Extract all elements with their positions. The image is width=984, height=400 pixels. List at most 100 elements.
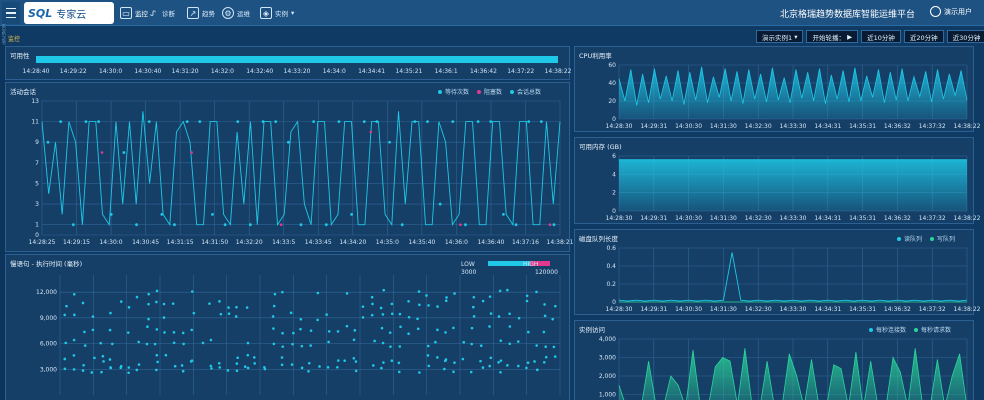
exec-time-point <box>425 294 428 297</box>
instance-access-panel: 实例访问 每秒连接数 每秒请求数 01,0002,0003,0004,000 <box>574 320 974 400</box>
exec-time-point <box>219 312 223 316</box>
exec-time-point <box>101 354 105 358</box>
exec-time-point <box>217 361 221 365</box>
exec-time-point <box>72 354 76 357</box>
exec-time-point <box>236 356 239 360</box>
x-tick-label: 14:35:21 <box>395 68 422 75</box>
instance-select[interactable]: 演示实例1 ▾ <box>756 30 804 43</box>
exec-time-point <box>479 344 483 348</box>
x-tick-label: 14:33:30 <box>780 215 807 222</box>
x-tick-label: 14:30:0 <box>99 68 122 75</box>
wait-count-point <box>350 212 353 216</box>
x-tick-label: 14:29:15 <box>63 239 90 246</box>
exec-time-point <box>90 371 94 374</box>
series-line-total-sessions <box>41 111 561 227</box>
wait-count-point <box>122 151 126 154</box>
exec-time-point <box>418 303 421 307</box>
exec-time-point <box>83 344 87 347</box>
wait-count-point <box>502 212 505 216</box>
x-tick-label: 14:32:30 <box>745 306 772 313</box>
wait-count-point <box>438 202 442 206</box>
exec-time-point <box>481 366 485 369</box>
x-tick-label: 14:32:40 <box>246 68 273 75</box>
x-tick-label: 14:33:45 <box>305 239 332 246</box>
x-tick-label: 14:30:30 <box>675 215 702 222</box>
exec-time-point <box>181 369 185 373</box>
nav-item-ops[interactable]: ⚙ 运维 <box>222 3 250 23</box>
exec-time-point <box>73 313 76 317</box>
user-menu[interactable]: 演示用户 <box>930 6 972 17</box>
exec-time-point <box>373 339 376 343</box>
breadcrumb[interactable]: 监控 <box>8 34 20 43</box>
top-bar: SQL 专家云 ▭ 监控 ᔑ 诊断 ↗ 趋势 ⚙ 运维 ◈ 实例 ▾ 北京格瑞趋… <box>0 0 984 26</box>
range-10-button[interactable]: 近10分钟 <box>861 30 901 43</box>
y-tick-label: 1 <box>35 222 39 229</box>
exec-time-point <box>489 312 493 315</box>
exec-time-point <box>336 359 340 362</box>
wait-count-point <box>388 140 391 144</box>
exec-time-point <box>155 353 159 357</box>
exec-time-point <box>398 312 402 316</box>
exec-time-point <box>470 342 473 346</box>
x-tick-label: 14:37:32 <box>919 215 946 222</box>
menu-icon[interactable] <box>2 2 20 24</box>
exec-time-point <box>109 366 113 370</box>
exec-time-point <box>452 326 455 330</box>
exec-time-point <box>108 328 112 332</box>
wait-count-point <box>109 212 113 216</box>
exec-time-point <box>281 290 284 294</box>
y-tick-label: 60 <box>608 62 616 69</box>
exec-time-point <box>325 313 328 316</box>
nav-item-diagnose[interactable]: ᔑ 诊断 <box>147 3 175 23</box>
wait-count-point <box>476 120 480 124</box>
x-tick-label: 14:29:31 <box>640 306 667 313</box>
exec-time-point <box>235 362 239 365</box>
exec-time-point <box>389 345 392 348</box>
exec-time-point <box>127 306 131 309</box>
exec-time-point <box>127 366 131 369</box>
y-tick-label: 0 <box>612 116 616 123</box>
play-button[interactable]: 开始轮播： ▶ <box>806 30 859 43</box>
x-tick-label: 14:34:31 <box>814 123 841 130</box>
range-20-button[interactable]: 近20分钟 <box>903 30 944 43</box>
x-tick-label: 14:36:32 <box>884 123 911 130</box>
x-tick-label: 14:36:32 <box>884 306 911 313</box>
x-tick-label: 14:29:22 <box>60 68 87 75</box>
instance-icon: ◈ <box>260 7 272 19</box>
range-30-button[interactable]: 近30分钟 <box>946 30 984 43</box>
y-tick-label: 13 <box>31 98 39 105</box>
x-tick-label: 14:35:31 <box>849 306 876 313</box>
exec-time-point <box>426 354 430 357</box>
x-tick-label: 14:34:41 <box>358 68 385 75</box>
exec-time-point <box>281 331 284 335</box>
exec-time-point <box>370 313 374 317</box>
y-tick-label: 2,000 <box>599 373 616 380</box>
wait-count-point <box>71 223 75 227</box>
exec-time-point <box>535 368 539 372</box>
memory-chart: 0 2 4 6 14:28:30 14:29:31 14:30:30 14:31:30 14:3… <box>606 153 981 222</box>
logo[interactable]: SQL 专家云 <box>24 2 114 24</box>
y-tick-label: 12,000 <box>36 289 57 296</box>
x-tick-label: 14:35:31 <box>849 123 876 130</box>
exec-time-point <box>243 365 247 369</box>
x-tick-label: 14:33:20 <box>284 68 311 75</box>
exec-time-point <box>135 368 139 372</box>
y-tick-label: 0 <box>612 208 616 215</box>
x-tick-label: 14:38:22 <box>954 306 981 313</box>
exec-time-point <box>147 292 151 296</box>
wait-count-point <box>527 120 531 124</box>
nav-item-monitor[interactable]: ▭ 监控 <box>120 3 148 23</box>
exec-time-point <box>226 369 230 372</box>
exec-time-point <box>427 304 430 307</box>
exec-time-point <box>472 295 476 299</box>
x-tick-label: 14:37:32 <box>919 123 946 130</box>
nav-item-trend[interactable]: ↗ 趋势 <box>187 3 215 23</box>
exec-time-point <box>461 357 465 361</box>
block-count-point <box>190 151 193 154</box>
exec-time-point <box>472 315 476 318</box>
exec-time-point <box>390 302 394 306</box>
exec-time-point <box>291 342 294 346</box>
nav-item-instance[interactable]: ◈ 实例 ▾ <box>260 3 294 23</box>
exec-time-point <box>155 300 158 304</box>
cpu-chart: 0 20 40 60 14:28:30 14:29:31 14:30:30 14:31:30 1… <box>606 62 981 130</box>
